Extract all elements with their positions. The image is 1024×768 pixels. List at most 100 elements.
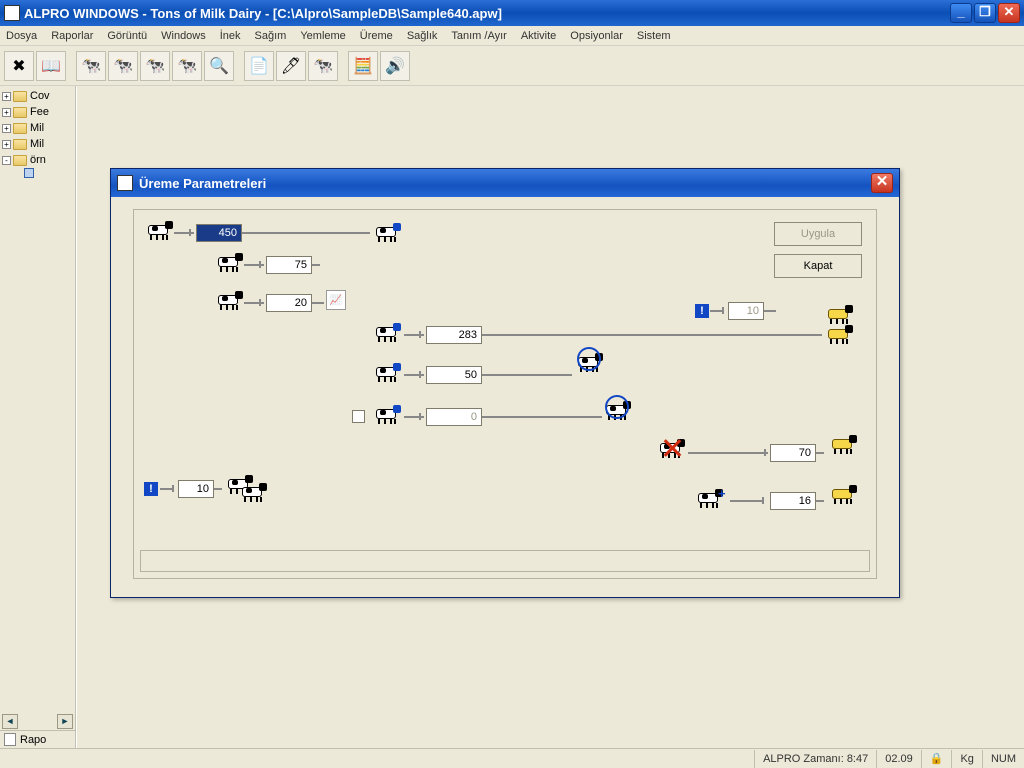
cow-icon (372, 220, 402, 242)
param-450-input[interactable]: 450 (196, 224, 242, 242)
menu-yemleme[interactable]: Yemleme (300, 30, 345, 42)
param-16-input[interactable]: 16 (770, 492, 816, 510)
toolbar-btn-11[interactable]: 🧮 (348, 51, 378, 81)
toolbar-btn-1[interactable]: ✖ (4, 51, 34, 81)
connector (244, 264, 264, 266)
status-numlock: NUM (982, 750, 1024, 768)
toolbar-btn-8[interactable]: 📄 (244, 51, 274, 81)
toolbar-btn-3[interactable]: 🐄 (76, 51, 106, 81)
param-75-input[interactable]: 75 (266, 256, 312, 274)
param-70-input[interactable]: 70 (770, 444, 816, 462)
param-283-input[interactable]: 283 (426, 326, 482, 344)
tree-child-node[interactable] (2, 168, 75, 178)
toolbar-btn-2[interactable]: 📖 (36, 51, 66, 81)
dialog-title: Üreme Parametreleri (139, 176, 266, 191)
menu-goruntu[interactable]: Görüntü (107, 30, 147, 42)
chart-icon: 📈 (326, 290, 346, 310)
dialog-footer-panel (140, 550, 870, 572)
status-time: ALPRO Zamanı: 8:47 (754, 750, 876, 768)
toolbar-btn-5[interactable]: 🐄 (140, 51, 170, 81)
connector (688, 452, 768, 454)
connector (482, 334, 822, 336)
menu-windows[interactable]: Windows (161, 30, 206, 42)
dialog-close-button[interactable]: ✕ (871, 173, 893, 193)
report-link[interactable]: Rapo (0, 730, 75, 748)
param-10a-input[interactable]: 10 (178, 480, 214, 498)
tree-label: Fee (30, 104, 49, 120)
connector (404, 334, 424, 336)
maximize-button[interactable]: ❐ (974, 3, 996, 23)
close-dialog-button[interactable]: Kapat (774, 254, 862, 278)
status-lock-icon: 🔒 (921, 750, 952, 768)
param-50-input[interactable]: 50 (426, 366, 482, 384)
expand-icon[interactable]: + (2, 124, 11, 133)
cow-icon (144, 218, 174, 240)
toolbar-btn-10[interactable]: 🐄 (308, 51, 338, 81)
menu-aktivite[interactable]: Aktivite (521, 30, 556, 42)
expand-icon[interactable]: + (2, 108, 11, 117)
close-button[interactable]: ✕ (998, 3, 1020, 23)
tree-item-0[interactable]: + Cov (2, 88, 75, 104)
circle-overlay-icon (577, 347, 601, 371)
scroll-left-button[interactable]: ◄ (2, 714, 18, 729)
connector (764, 310, 776, 312)
status-date: 02.09 (876, 750, 921, 768)
param-checkbox[interactable] (352, 410, 365, 423)
tree-label: Mil (30, 136, 44, 152)
dialog-icon (117, 175, 133, 191)
connector (816, 500, 824, 502)
cow-yellow-icon (824, 302, 854, 324)
tree-item-2[interactable]: + Mil (2, 120, 75, 136)
menu-sagim[interactable]: Sağım (255, 30, 287, 42)
connector (214, 488, 222, 490)
menu-inek[interactable]: İnek (220, 30, 241, 42)
menu-dosya[interactable]: Dosya (6, 30, 37, 42)
toolbar-btn-12[interactable]: 🔊 (380, 51, 410, 81)
tree-item-4[interactable]: - örn (2, 152, 75, 168)
connector (312, 302, 324, 304)
minimize-button[interactable]: _ (950, 3, 972, 23)
apply-button: Uygula (774, 222, 862, 246)
cow-yellow-icon (824, 322, 854, 344)
tick (722, 307, 724, 314)
toolbar-btn-4[interactable]: 🐄 (108, 51, 138, 81)
tree-item-3[interactable]: + Mil (2, 136, 75, 152)
toolbar-btn-9[interactable]: 🖊 (276, 51, 306, 81)
param-10b-input[interactable]: 10 (728, 302, 764, 320)
app-title: ALPRO WINDOWS - Tons of Milk Dairy - [C:… (24, 6, 502, 21)
menu-tanim[interactable]: Tanım /Ayır (451, 30, 506, 42)
info-icon: ! (695, 304, 709, 318)
menu-bar: Dosya Raporlar Görüntü Windows İnek Sağı… (0, 26, 1024, 46)
document-icon (4, 733, 16, 746)
param-0-input[interactable]: 0 (426, 408, 482, 426)
toolbar-btn-7[interactable]: 🔍 (204, 51, 234, 81)
tree-label: Mil (30, 120, 44, 136)
tick (189, 229, 191, 236)
menu-sistem[interactable]: Sistem (637, 30, 671, 42)
expand-icon[interactable]: + (2, 140, 11, 149)
tick (172, 485, 174, 492)
app-titlebar: ALPRO WINDOWS - Tons of Milk Dairy - [C:… (0, 0, 1024, 26)
cow-yellow-icon (828, 482, 858, 504)
app-icon (4, 5, 20, 21)
menu-saglik[interactable]: Sağlık (407, 30, 438, 42)
tree-item-1[interactable]: + Fee (2, 104, 75, 120)
tick (762, 497, 764, 504)
status-kg: Kg (951, 750, 981, 768)
menu-opsiyonlar[interactable]: Opsiyonlar (570, 30, 623, 42)
menu-raporlar[interactable]: Raporlar (51, 30, 93, 42)
param-20-input[interactable]: 20 (266, 294, 312, 312)
status-bar: ALPRO Zamanı: 8:47 02.09 🔒 Kg NUM (0, 748, 1024, 768)
folder-icon (13, 91, 27, 102)
connector (816, 452, 824, 454)
collapse-icon[interactable]: - (2, 156, 11, 165)
red-x-icon (662, 438, 682, 458)
tree-view[interactable]: + Cov + Fee + Mil + Mil - ö (0, 86, 75, 714)
menu-ureme[interactable]: Üreme (360, 30, 393, 42)
toolbar-btn-6[interactable]: 🐄 (172, 51, 202, 81)
tree-label: örn (30, 152, 46, 168)
cow-pair-icon (238, 480, 268, 502)
scroll-right-button[interactable]: ► (57, 714, 73, 729)
expand-icon[interactable]: + (2, 92, 11, 101)
report-link-label: Rapo (20, 734, 46, 746)
